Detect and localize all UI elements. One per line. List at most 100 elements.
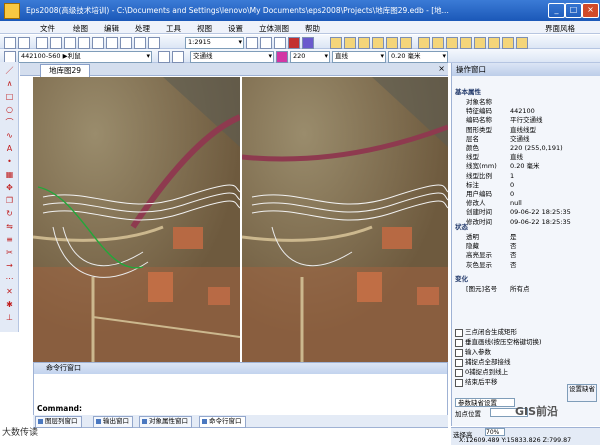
pan-icon[interactable] (78, 37, 90, 49)
point-icon[interactable]: • (4, 157, 15, 166)
ortho-icon[interactable] (260, 37, 272, 49)
measure-icon[interactable]: ⊥ (4, 313, 15, 322)
tool-j-icon[interactable] (460, 37, 472, 49)
zoom-in-icon[interactable] (36, 37, 48, 49)
property-value[interactable]: 0.20 毫米 (510, 162, 590, 171)
code-select[interactable]: 442100-560 ▶利鼠 (18, 51, 152, 63)
color-select[interactable]: 220 (290, 51, 330, 63)
move-icon[interactable]: ✥ (4, 183, 15, 192)
property-value[interactable]: 直线线型 (510, 126, 590, 135)
property-value[interactable]: 是 (510, 233, 590, 242)
menu-stereo[interactable]: 立体测图 (259, 23, 289, 34)
arc-icon[interactable]: ⌒ (4, 118, 15, 127)
menu-ui-style[interactable]: 界面风格 (545, 23, 575, 34)
menu-draw[interactable]: 绘图 (73, 23, 88, 34)
section-basic[interactable]: 基本属性 (455, 88, 595, 97)
tool-h-icon[interactable] (432, 37, 444, 49)
extend-icon[interactable]: → (4, 261, 15, 270)
maximize-button[interactable]: □ (565, 3, 582, 18)
tab-command[interactable]: 命令行窗口 (199, 416, 246, 428)
property-row[interactable]: 特征编码 442100 (460, 107, 594, 116)
option-checkbox[interactable]: 捕捉点全部接线 (455, 358, 565, 367)
lineweight-select[interactable]: 0.20 毫米 (388, 51, 448, 63)
restore-default-button[interactable]: 设置缺省 (567, 384, 597, 402)
magnifier-icon[interactable] (148, 37, 160, 49)
property-row[interactable]: 对象名称 (460, 98, 594, 107)
tab-document[interactable]: 地库图29 (40, 64, 90, 77)
section-status[interactable]: 状态 (455, 223, 595, 232)
star-icon[interactable]: ✱ (4, 300, 15, 309)
close-button[interactable]: × (582, 3, 599, 18)
tool-m-icon[interactable] (502, 37, 514, 49)
select-value[interactable]: 70% (485, 428, 505, 436)
undo-icon[interactable] (4, 37, 16, 49)
offset-icon[interactable]: ≡ (4, 235, 15, 244)
layer-state-icon[interactable] (172, 51, 184, 63)
tool-l-icon[interactable] (488, 37, 500, 49)
checkbox-box[interactable] (455, 369, 463, 377)
property-value[interactable]: 平行交通线 (510, 116, 590, 125)
checkbox-box[interactable] (455, 339, 463, 347)
zoom-window-icon[interactable] (64, 37, 76, 49)
property-value[interactable]: 220 (255,0,191) (510, 144, 590, 153)
zoom-prev-icon[interactable] (120, 37, 132, 49)
tab-layer-list[interactable]: 图层列窗口 (35, 416, 82, 428)
tab-output[interactable]: 输出窗口 (93, 416, 133, 428)
property-value[interactable]: 1 (510, 172, 590, 181)
checkbox-box[interactable] (455, 329, 463, 337)
property-value[interactable]: 否 (510, 242, 590, 251)
property-row[interactable]: 层名 交通线 (460, 135, 594, 144)
grid-icon[interactable] (246, 37, 258, 49)
checkbox-box[interactable] (455, 349, 463, 357)
menu-help[interactable]: 帮助 (305, 23, 320, 34)
break-icon[interactable]: ⋯ (4, 274, 15, 283)
menu-file[interactable]: 文件 (40, 23, 55, 34)
refresh-icon[interactable] (106, 37, 118, 49)
property-row[interactable]: 用户编码 0 (460, 190, 594, 199)
property-value[interactable]: 直线 (510, 153, 590, 162)
option-checkbox[interactable]: 输入参数 (455, 348, 565, 357)
default-params-button[interactable]: 参数缺省设置 (455, 398, 515, 407)
property-row[interactable]: 创建时间 09-06-22 18:25:35 (460, 208, 594, 217)
rectangle-icon[interactable]: □ (4, 92, 15, 101)
tool-k-icon[interactable] (474, 37, 486, 49)
trim-icon[interactable]: ✂ (4, 248, 15, 257)
tool-i-icon[interactable] (446, 37, 458, 49)
property-value[interactable]: 否 (510, 251, 590, 260)
snap-icon[interactable] (274, 37, 286, 49)
tool-c-icon[interactable] (358, 37, 370, 49)
zoom-out-icon[interactable] (50, 37, 62, 49)
tool-b-icon[interactable] (344, 37, 356, 49)
property-value[interactable]: 0 (510, 181, 590, 190)
property-value[interactable]: 否 (510, 261, 590, 270)
tool-e-icon[interactable] (386, 37, 398, 49)
polyline-icon[interactable]: ∧ (4, 79, 15, 88)
render-icon[interactable] (302, 37, 314, 49)
redo-icon[interactable] (18, 37, 30, 49)
property-row[interactable]: 标注 0 (460, 181, 594, 190)
property-row[interactable]: 编码名称 平行交通线 (460, 116, 594, 125)
option-checkbox[interactable]: 三点闭合生成矩形 (455, 328, 565, 337)
map-view-right[interactable] (242, 77, 448, 362)
menu-view[interactable]: 视图 (197, 23, 212, 34)
tab-object-properties[interactable]: 对象属性窗口 (139, 416, 192, 428)
property-value[interactable]: null (510, 199, 590, 208)
property-row[interactable]: 线型比例 1 (460, 172, 594, 181)
property-value[interactable]: 09-06-22 18:25:35 (510, 208, 590, 217)
map-view-left[interactable] (33, 77, 240, 362)
close-doc-icon[interactable]: × (438, 64, 445, 73)
property-row[interactable]: 线型 直线 (460, 153, 594, 162)
linetype-select[interactable]: 直线 (332, 51, 386, 63)
minimize-button[interactable]: _ (548, 3, 565, 18)
option-checkbox[interactable]: 0捕捉点到线上 (455, 368, 565, 377)
zoom-next-icon[interactable] (134, 37, 146, 49)
property-row[interactable]: 透明 是 (460, 233, 594, 242)
property-value[interactable]: 交通线 (510, 135, 590, 144)
property-row[interactable]: 高亮显示 否 (460, 251, 594, 260)
erase-icon[interactable]: ✕ (4, 287, 15, 296)
section-other[interactable]: 变化 (455, 275, 595, 284)
property-value[interactable]: 所有点 (510, 285, 590, 294)
layer-manager-icon[interactable] (158, 51, 170, 63)
checkbox-box[interactable] (455, 379, 463, 387)
tool-n-icon[interactable] (516, 37, 528, 49)
